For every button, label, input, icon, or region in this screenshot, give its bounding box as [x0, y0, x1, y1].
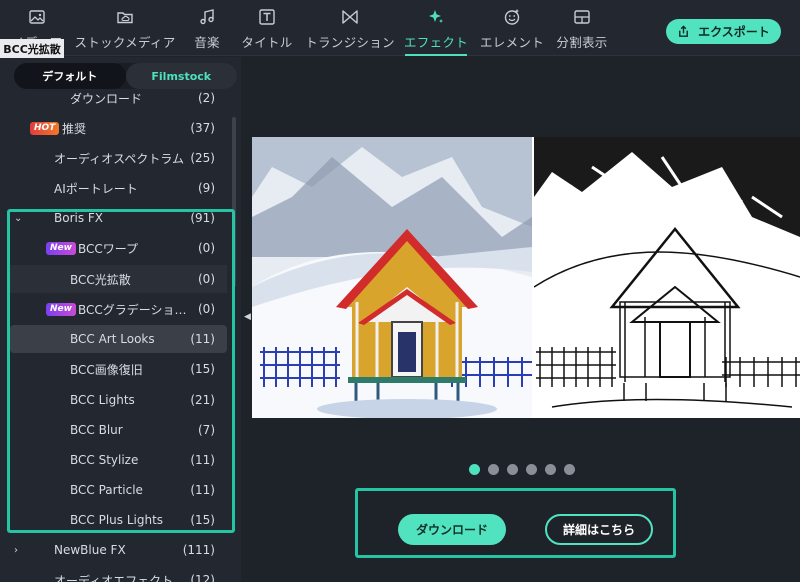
category-recommended[interactable]: HOT 推奨 (37): [10, 114, 227, 142]
category-name: オーディオエフェクト: [54, 573, 174, 582]
carousel-dot[interactable]: [526, 464, 537, 475]
category-count: (111): [182, 543, 215, 557]
new-badge: New: [46, 302, 76, 316]
effect-preview-image: [252, 137, 800, 418]
tab-label: 分割表示: [556, 35, 608, 50]
category-count: (11): [190, 453, 215, 467]
export-label: エクスポート: [698, 25, 770, 39]
music-note-icon: [200, 9, 214, 25]
category-name: BCC Particle: [70, 483, 143, 497]
category-count: (0): [198, 302, 215, 316]
category-name: BCC Art Looks: [70, 332, 155, 346]
category-name: BCCグラデーション&…: [78, 302, 188, 317]
category-bcc-stylize[interactable]: BCC Stylize (11): [10, 446, 227, 474]
category-count: (11): [190, 332, 215, 346]
category-bcc-plus-lights[interactable]: BCC Plus Lights (15): [10, 506, 227, 534]
category-name: BCC光拡散: [70, 272, 131, 287]
carousel-dot[interactable]: [469, 464, 480, 475]
cabin-before-after-illustration: [252, 137, 800, 418]
category-bcc-particle[interactable]: BCC Particle (11): [10, 476, 227, 504]
smiley-icon: [504, 9, 520, 25]
image-icon: [29, 10, 45, 24]
chevron-down-icon[interactable]: ⌄: [14, 213, 22, 224]
download-button[interactable]: ダウンロード: [398, 514, 506, 545]
collapse-sidebar-arrow-icon[interactable]: ◀: [244, 312, 251, 322]
category-name: BCC画像復旧: [70, 362, 143, 377]
carousel-dot[interactable]: [564, 464, 575, 475]
category-count: (9): [198, 181, 215, 195]
category-audio-effects[interactable]: オーディオエフェクト (12): [10, 566, 227, 582]
category-name: BCC Stylize: [70, 453, 139, 467]
category-count: (15): [190, 362, 215, 376]
sidebar-scrollbar[interactable]: [232, 117, 236, 287]
tab-split-screen[interactable]: 分割表示: [556, 8, 608, 52]
tab-label: 音楽: [194, 35, 220, 50]
category-newblue-fx[interactable]: › NewBlue FX (111): [10, 536, 227, 564]
tab-elements[interactable]: エレメント: [480, 8, 545, 52]
hot-badge: HOT: [30, 121, 60, 135]
category-ai-portrait[interactable]: AIポートレート (9): [10, 174, 227, 202]
category-name: AIポートレート: [54, 181, 138, 196]
tab-stock-media[interactable]: ストックメディア: [74, 8, 176, 52]
category-count: (91): [190, 211, 215, 225]
category-count: (25): [190, 151, 215, 165]
category-name: NewBlue FX: [54, 543, 126, 557]
share-upload-icon: [679, 25, 689, 37]
category-name: オーディオスペクトラム: [54, 151, 184, 166]
tab-effects[interactable]: エフェクト: [404, 8, 469, 56]
tab-label: エフェクト: [404, 35, 469, 50]
category-name: Boris FX: [54, 211, 104, 225]
category-bcc-light-diffusion[interactable]: BCC光拡散 (0): [10, 265, 227, 293]
carousel-dot[interactable]: [507, 464, 518, 475]
category-bcc-image-restore[interactable]: BCC画像復旧 (15): [10, 355, 227, 383]
category-count: (15): [190, 513, 215, 527]
cloud-folder-icon: [117, 12, 133, 24]
carousel-dots: [469, 464, 575, 475]
category-bcc-lights[interactable]: BCC Lights (21): [10, 386, 227, 414]
top-toolbar: メディア ストックメディア 音楽 タイトル トランジション エフェクト エレメン…: [0, 0, 800, 56]
sparkle-icon: [429, 10, 443, 23]
category-count: (7): [198, 423, 215, 437]
category-name: BCC Blur: [70, 423, 123, 437]
category-name: BCCワープ: [78, 241, 139, 256]
new-badge: New: [46, 241, 76, 255]
category-name: 推奨: [62, 121, 87, 136]
category-bcc-art-looks[interactable]: BCC Art Looks (11): [10, 325, 227, 353]
export-button[interactable]: エクスポート: [666, 19, 781, 44]
tooltip: BCC光拡散: [0, 39, 64, 58]
carousel-dot[interactable]: [545, 464, 556, 475]
category-name: BCC Lights: [70, 393, 135, 407]
tab-label: ストックメディア: [74, 35, 176, 50]
category-count: (0): [198, 241, 215, 255]
category-count: (0): [198, 272, 215, 286]
app-window: メディア ストックメディア 音楽 タイトル トランジション エフェクト エレメン…: [0, 0, 800, 582]
tab-label: タイトル: [241, 35, 293, 50]
category-count: (37): [190, 121, 215, 135]
tab-music[interactable]: 音楽: [193, 8, 221, 52]
category-bcc-warp[interactable]: New BCCワープ (0): [10, 234, 227, 262]
category-count: (11): [190, 483, 215, 497]
carousel-dot[interactable]: [488, 464, 499, 475]
text-t-icon: [259, 9, 275, 25]
category-audio-spectrum[interactable]: オーディオスペクトラム (25): [10, 144, 227, 172]
category-name: BCC Plus Lights: [70, 513, 164, 527]
tab-title[interactable]: タイトル: [241, 8, 293, 52]
category-count: (2): [198, 91, 215, 105]
details-button[interactable]: 詳細はこちら: [545, 514, 653, 545]
tab-transition[interactable]: トランジション: [305, 8, 395, 52]
tab-label: エレメント: [480, 35, 545, 50]
tab-label: トランジション: [305, 35, 395, 50]
transition-bowtie-icon: [342, 10, 358, 24]
category-bcc-blur[interactable]: BCC Blur (7): [10, 416, 227, 444]
category-count: (12): [190, 573, 215, 582]
split-screen-icon: [574, 10, 590, 24]
category-bcc-gradation[interactable]: New BCCグラデーション&… (0): [10, 295, 227, 323]
chevron-right-icon[interactable]: ›: [14, 545, 18, 556]
category-count: (21): [190, 393, 215, 407]
category-download[interactable]: ダウンロード (2): [10, 84, 227, 112]
category-name: ダウンロード: [70, 91, 143, 106]
category-boris-fx[interactable]: ⌄ Boris FX (91): [10, 204, 227, 232]
